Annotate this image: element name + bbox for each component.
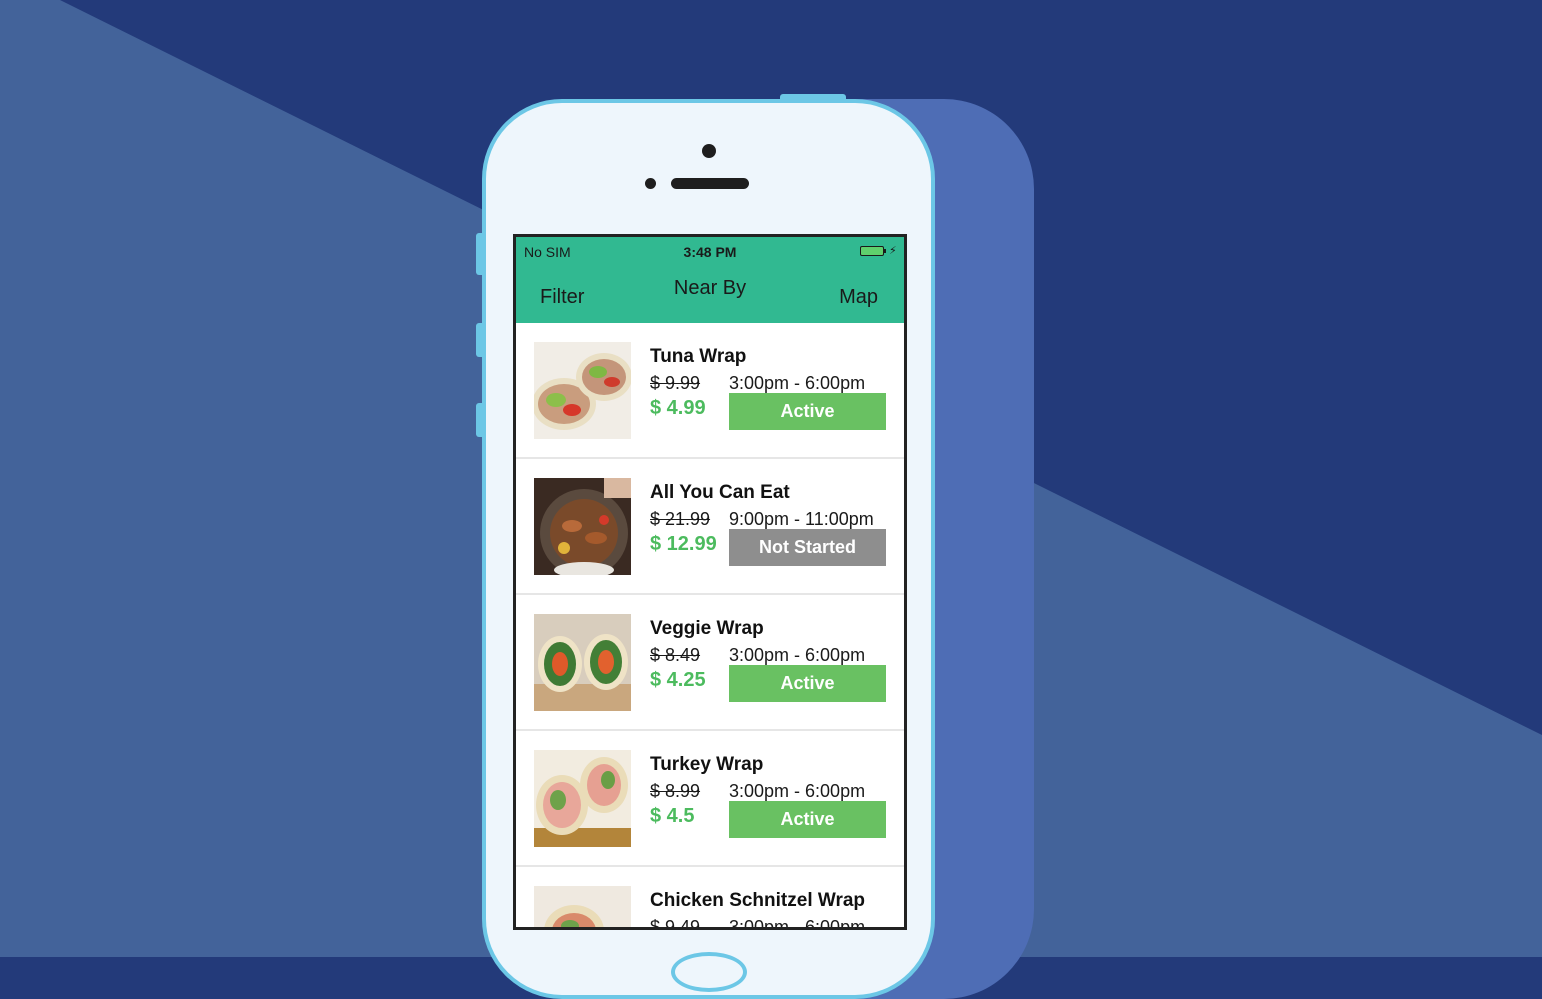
item-name: Turkey Wrap <box>650 754 764 775</box>
original-price: $ 8.49 <box>650 645 701 665</box>
list-item[interactable]: Veggie Wrap $ 8.49 3:00pm - 6:00pm $ 4.2… <box>516 595 904 731</box>
status-badge[interactable]: Active <box>729 801 886 838</box>
original-price: $ 21.99 <box>650 509 711 529</box>
status-badge[interactable]: Not Started <box>729 529 886 566</box>
nav-bar: Filter Near By Map <box>516 267 904 323</box>
list-item[interactable]: Turkey Wrap $ 8.99 3:00pm - 6:00pm $ 4.5… <box>516 731 904 867</box>
deal-price: $ 4.5 <box>650 805 695 827</box>
deal-hours: 9:00pm - 11:00pm <box>729 509 874 529</box>
deal-list: Tuna Wrap $ 9.99 3:00pm - 6:00pm $ 4.99 … <box>516 323 904 930</box>
original-price: $ 9.49 <box>650 917 701 930</box>
status-bar: No SIM 3:48 PM ⚡ <box>516 237 904 267</box>
item-name: Veggie Wrap <box>650 618 764 639</box>
deal-hours: 3:00pm - 6:00pm <box>729 781 866 801</box>
battery-charging-icon: ⚡ <box>860 245 897 258</box>
deal-hours: 3:00pm - 6:00pm <box>729 645 866 665</box>
food-photo <box>534 886 631 927</box>
status-badge[interactable]: Active <box>729 665 886 702</box>
map-button[interactable]: Map <box>839 286 878 309</box>
deal-hours: 3:00pm - 6:00pm <box>729 373 866 393</box>
food-photo <box>534 478 631 575</box>
original-price: $ 9.99 <box>650 373 701 393</box>
speaker-grille <box>671 178 749 189</box>
deal-hours: 3:00pm - 6:00pm <box>729 917 866 930</box>
front-camera-icon <box>702 144 716 158</box>
status-badge[interactable]: Active <box>729 393 886 430</box>
clock: 3:48 PM <box>683 244 737 260</box>
deal-price: $ 12.99 <box>650 533 717 555</box>
sensor-icon <box>645 178 656 189</box>
app-screen: No SIM 3:48 PM ⚡ Filter Near By Map Tuna… <box>513 234 907 930</box>
item-name: Chicken Schnitzel Wrap <box>650 890 866 911</box>
list-item[interactable]: Tuna Wrap $ 9.99 3:00pm - 6:00pm $ 4.99 … <box>516 323 904 459</box>
list-item[interactable]: Chicken Schnitzel Wrap $ 9.49 3:00pm - 6… <box>516 867 904 930</box>
food-photo <box>534 342 631 439</box>
item-name: All You Can Eat <box>650 482 790 503</box>
deal-price: $ 4.25 <box>650 669 706 691</box>
item-name: Tuna Wrap <box>650 346 747 367</box>
food-photo <box>534 750 631 847</box>
home-button[interactable] <box>671 952 747 992</box>
deal-price: $ 4.99 <box>650 397 706 419</box>
list-item[interactable]: All You Can Eat $ 21.99 9:00pm - 11:00pm… <box>516 459 904 595</box>
original-price: $ 8.99 <box>650 781 701 801</box>
food-photo <box>534 614 631 711</box>
